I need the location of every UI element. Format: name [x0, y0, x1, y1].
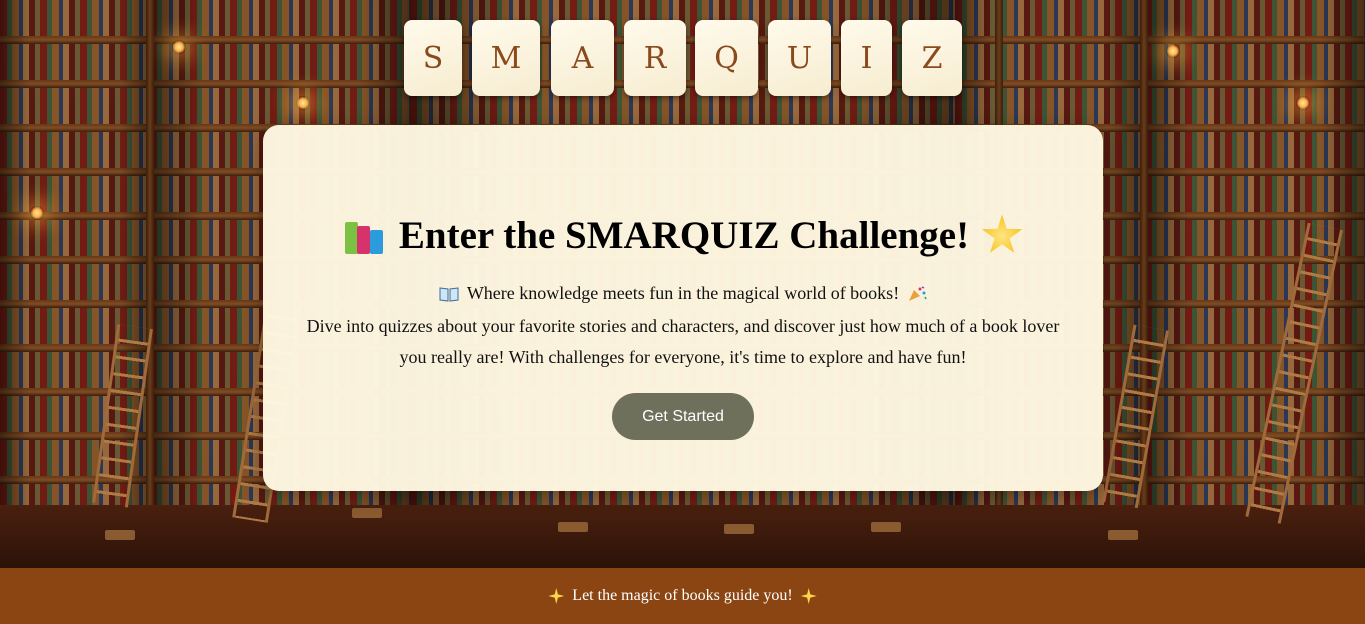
candle-icon: [30, 206, 44, 220]
star-icon: [981, 214, 1023, 253]
hero-intro-row: Where knowledge meets fun in the magical…: [263, 283, 1103, 304]
logo-tile: Q: [695, 20, 758, 96]
logo-tiles: S M A R Q U I Z: [0, 20, 1365, 98]
hero-intro: Where knowledge meets fun in the magical…: [466, 283, 900, 303]
hero-title: Enter the SMARQUIZ Challenge!: [398, 214, 970, 257]
footer: Let the magic of books guide you!: [0, 568, 1365, 624]
party-popper-icon: [909, 285, 927, 301]
footer-text: Let the magic of books guide you!: [572, 587, 793, 604]
hero-title-row: Enter the SMARQUIZ Challenge!: [263, 213, 1103, 258]
hero-description: Dive into quizzes about your favorite st…: [306, 316, 1060, 367]
candle-icon: [1296, 96, 1310, 110]
sparkles-icon: [800, 588, 817, 604]
logo-tile: U: [768, 20, 831, 96]
open-book-icon: [439, 286, 459, 302]
logo-tile: M: [472, 20, 540, 96]
sparkles-icon: [548, 588, 565, 604]
hero-card: Enter the SMARQUIZ Challenge! Where know…: [263, 125, 1103, 491]
logo-tile: S: [404, 20, 462, 96]
logo-tile: A: [551, 20, 614, 96]
books-icon: [343, 216, 387, 256]
floor: [0, 505, 1365, 568]
logo-tile: I: [841, 20, 892, 96]
logo-tile: R: [624, 20, 686, 96]
candle-icon: [296, 96, 310, 110]
get-started-button[interactable]: Get Started: [612, 393, 754, 440]
logo-tile: Z: [902, 20, 962, 96]
